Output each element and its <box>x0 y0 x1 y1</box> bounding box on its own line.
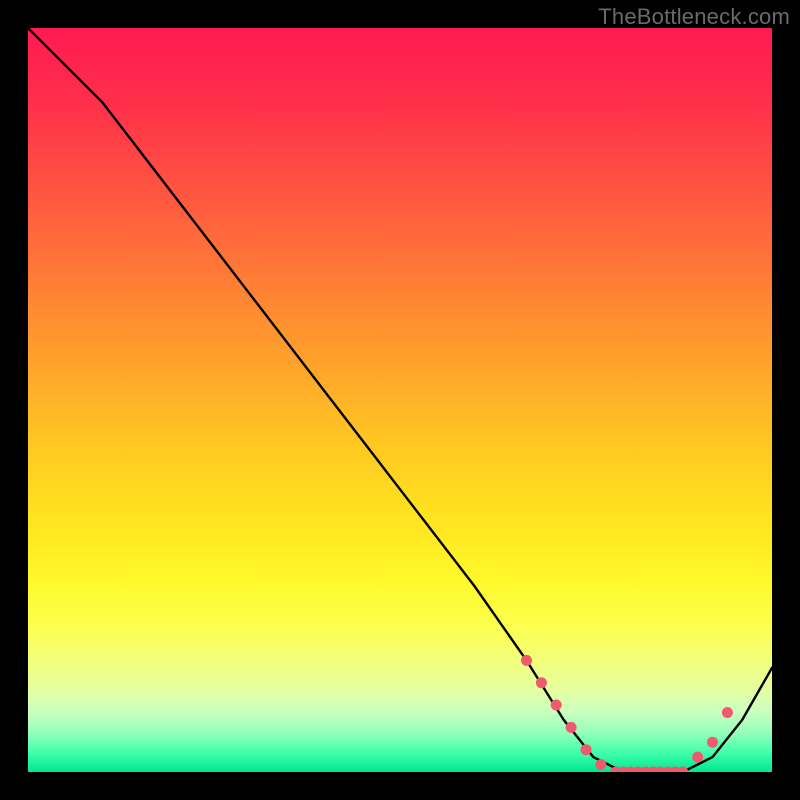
highlight-dot <box>521 655 532 666</box>
highlight-dot <box>581 744 592 755</box>
bottleneck-curve-line <box>28 28 772 772</box>
highlight-dot <box>566 722 577 733</box>
highlight-dot <box>722 707 733 718</box>
highlight-dot <box>707 737 718 748</box>
highlight-dots <box>521 655 733 772</box>
highlight-dot <box>551 700 562 711</box>
highlight-dot <box>677 767 688 773</box>
plot-area <box>28 28 772 772</box>
highlight-dot <box>692 752 703 763</box>
highlight-dot <box>595 759 606 770</box>
watermark-label: TheBottleneck.com <box>598 4 790 30</box>
highlight-dot <box>536 677 547 688</box>
chart-frame: TheBottleneck.com <box>0 0 800 800</box>
chart-overlay <box>28 28 772 772</box>
